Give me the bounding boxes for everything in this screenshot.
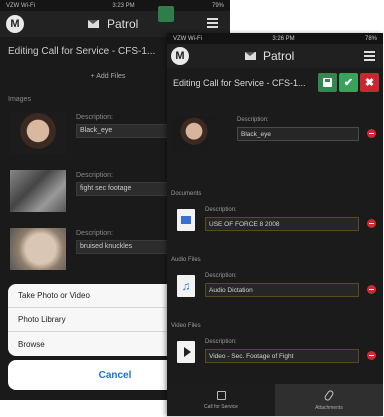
remove-attachment-button[interactable] <box>367 219 376 228</box>
tab-label: Call for Service <box>204 403 238 410</box>
save-button[interactable] <box>158 6 174 22</box>
floppy-disk-icon <box>323 78 332 87</box>
play-icon <box>183 347 191 357</box>
foreground-phone-screen: VZW Wi-Fi 3:26 PM 78% M Patrol Editing C… <box>167 33 383 416</box>
description-field[interactable]: Video - Sec. Footage of Fight <box>205 349 359 363</box>
app-header: M Patrol <box>167 44 383 68</box>
description-field[interactable]: Audio Dictation <box>205 283 359 297</box>
document-icon <box>181 216 191 224</box>
image-attachment-row: Description: bruised knuckles <box>10 228 170 270</box>
video-file-icon[interactable] <box>177 341 195 363</box>
document-file-icon[interactable] <box>177 209 195 231</box>
video-section-label: Video Files <box>171 323 201 329</box>
mail-icon[interactable] <box>88 20 99 28</box>
motorola-logo: M <box>171 47 189 65</box>
confirm-button[interactable]: ✔ <box>339 73 358 92</box>
battery-label: 79% <box>211 2 224 9</box>
image-thumbnail[interactable] <box>10 112 66 154</box>
edit-bar: Editing Call for Service - CFS-1... ✔ ✖ <box>167 68 383 98</box>
remove-attachment-button[interactable] <box>367 285 376 294</box>
image-thumbnail[interactable] <box>173 116 215 154</box>
documents-section-label: Documents <box>171 191 202 197</box>
description-field[interactable]: fight sec footage <box>76 182 170 196</box>
edit-icon <box>216 390 226 400</box>
clock-label: 3:26 PM <box>272 35 295 42</box>
description-label: Description: <box>205 339 237 345</box>
description-label: Description: <box>76 230 113 237</box>
description-label: Description: <box>237 117 269 123</box>
description-field[interactable]: Black_eye <box>237 127 359 141</box>
checkmark-icon: ✔ <box>343 77 354 89</box>
add-files-button[interactable]: + Add Files <box>78 70 138 84</box>
menu-icon[interactable] <box>207 18 218 28</box>
remove-attachment-button[interactable] <box>367 351 376 360</box>
description-label: Description: <box>205 273 237 279</box>
close-icon: ✖ <box>364 77 375 89</box>
image-thumbnail[interactable] <box>10 170 66 212</box>
clock-label: 3:23 PM <box>112 2 135 9</box>
audio-file-icon[interactable]: ♫ <box>177 275 195 297</box>
tab-bar: Call for Service Attachments <box>167 384 383 416</box>
description-label: Description: <box>76 114 113 121</box>
app-title-text: Patrol <box>107 17 139 31</box>
paperclip-icon <box>323 388 335 402</box>
app-title: Patrol <box>245 49 294 63</box>
battery-label: 78% <box>364 35 377 42</box>
carrier-label: VZW Wi-Fi <box>173 35 202 42</box>
status-bar: VZW Wi-Fi 3:23 PM 79% <box>0 0 230 11</box>
image-attachment-row: Description: fight sec footage <box>10 170 170 212</box>
edit-title: Editing Call for Service - CFS-1... <box>8 45 156 57</box>
tab-attachments[interactable]: Attachments <box>275 384 383 416</box>
mail-icon[interactable] <box>245 52 256 60</box>
images-section-label: Images <box>8 96 31 103</box>
description-field[interactable]: Black_eye <box>76 124 170 138</box>
status-bar: VZW Wi-Fi 3:26 PM 78% <box>167 33 383 44</box>
save-button[interactable] <box>318 73 337 92</box>
description-field[interactable]: bruised knuckles <box>76 240 170 254</box>
description-field[interactable]: USE OF FORCE 8 2008 <box>205 217 359 231</box>
image-thumbnail[interactable] <box>10 228 66 270</box>
remove-attachment-button[interactable] <box>367 129 376 138</box>
menu-icon[interactable] <box>364 51 375 61</box>
image-attachment-row: Description: Black_eye <box>10 112 170 154</box>
tab-call-for-service[interactable]: Call for Service <box>167 384 275 416</box>
app-title-text: Patrol <box>263 49 295 63</box>
edit-title: Editing Call for Service - CFS-1... <box>173 78 306 88</box>
motorola-logo: M <box>6 15 24 33</box>
audio-section-label: Audio Files <box>171 257 201 263</box>
carrier-label: VZW Wi-Fi <box>6 2 35 9</box>
music-note-icon: ♫ <box>181 279 191 293</box>
app-title: Patrol <box>88 17 138 31</box>
tab-label: Attachments <box>315 404 343 411</box>
discard-button[interactable]: ✖ <box>360 73 379 92</box>
description-label: Description: <box>205 207 237 213</box>
description-label: Description: <box>76 172 113 179</box>
